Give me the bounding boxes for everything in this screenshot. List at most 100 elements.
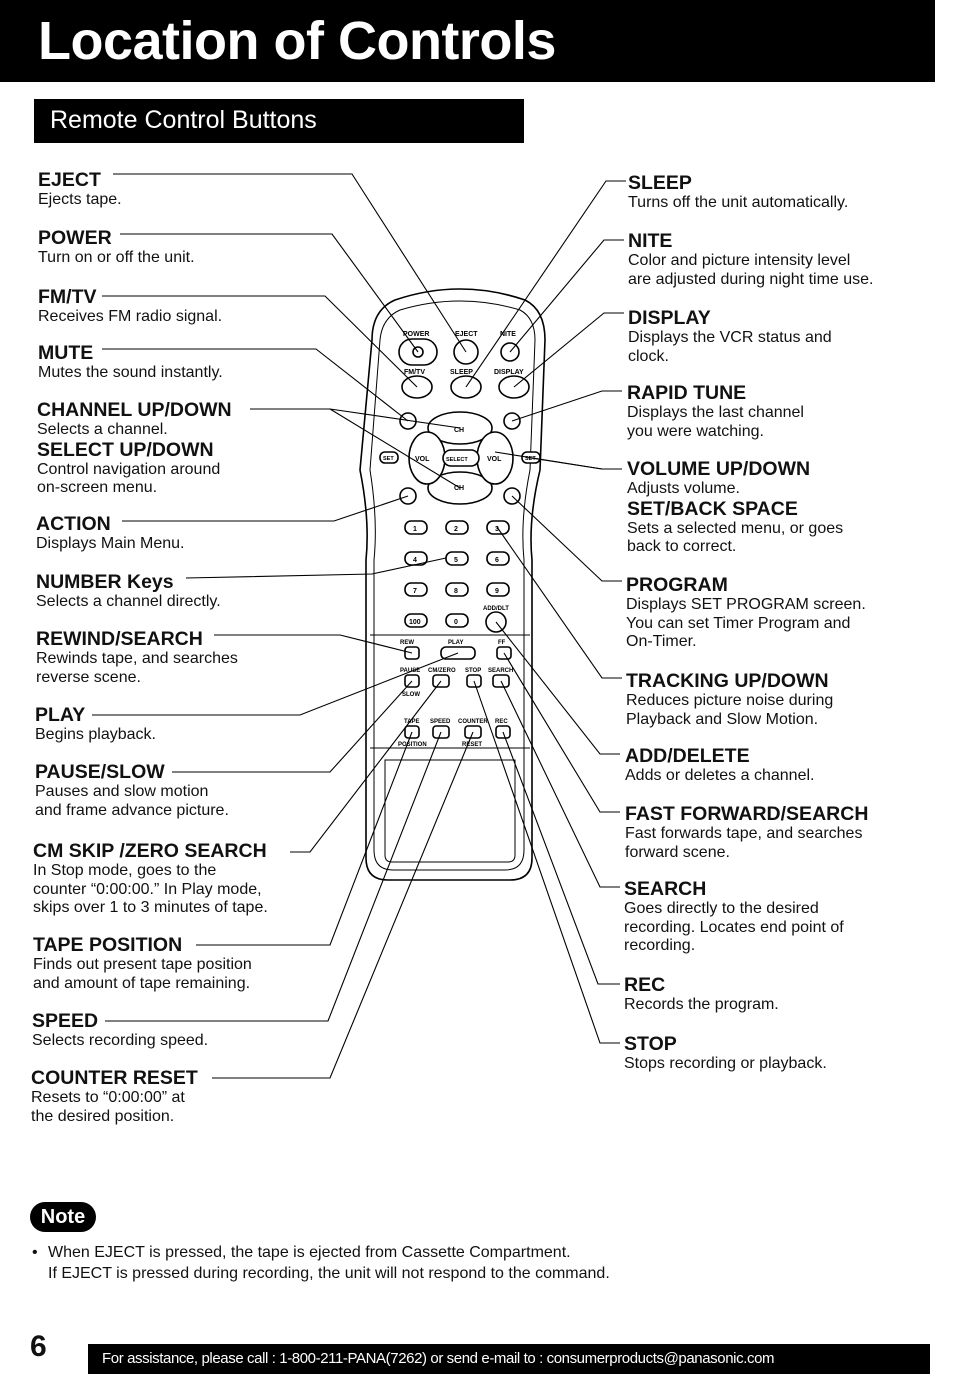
item-desc: Color and picture intensity level xyxy=(628,252,851,269)
leader-volume-1 xyxy=(494,451,622,470)
item-desc: you were watching. xyxy=(627,422,764,440)
stop-label: STOP xyxy=(465,668,481,674)
item-desc: recording. xyxy=(624,937,696,954)
item-desc: forward scene. xyxy=(625,843,730,861)
leader-search xyxy=(500,680,620,888)
rapid-tune-button xyxy=(503,412,521,430)
leader-rewind xyxy=(214,634,413,654)
position-label: POSITION xyxy=(398,742,427,748)
item-power: POWER Turn on or off the unit. xyxy=(38,228,195,268)
item-heading: RAPID TUNE xyxy=(627,382,747,404)
item-desc: the desired position. xyxy=(31,1107,175,1125)
item-counter-reset: COUNTER RESET Resets to “0:00:00” at the… xyxy=(31,1068,198,1126)
item-heading: FM/TV xyxy=(38,286,97,308)
item-heading: DISPLAY xyxy=(628,307,711,329)
item-desc: Begins playback. xyxy=(35,726,156,743)
item-speed: SPEED Selects recording speed. xyxy=(32,1011,208,1051)
item-tracking: TRACKING UP/DOWN Reduces picture noise d… xyxy=(626,671,833,729)
item-desc: Selects recording speed. xyxy=(32,1032,209,1049)
item-desc: In Stop mode, goes to the xyxy=(33,862,217,879)
item-channel: CHANNEL UP/DOWN Selects a channel. SELEC… xyxy=(37,400,232,498)
key-9-label: 9 xyxy=(495,588,499,595)
item-desc: You can set Timer Program and xyxy=(626,614,851,632)
item-add-delete: ADD/DELETE Adds or deletes a channel. xyxy=(625,746,814,786)
leader-tracking xyxy=(496,526,622,679)
item-heading: PROGRAM xyxy=(626,574,728,596)
item-desc: Turn on or off the unit. xyxy=(38,249,195,266)
ch-down-label: CH xyxy=(454,485,464,492)
note-text: • When EJECT is pressed, the tape is eje… xyxy=(32,1242,610,1284)
item-heading-2: SET/BACK SPACE xyxy=(627,497,798,520)
item-desc: Turns off the unit automatically. xyxy=(628,194,849,211)
leader-nite xyxy=(509,239,624,353)
item-desc: Rewinds tape, and searches xyxy=(36,650,238,667)
item-desc: Adjusts volume. xyxy=(627,480,740,497)
item-desc: Adds or deletes a channel. xyxy=(625,767,815,784)
sleep-label: SLEEP xyxy=(450,369,473,376)
item-action: ACTION Displays Main Menu. xyxy=(36,514,185,554)
item-heading: PAUSE/SLOW xyxy=(35,761,165,783)
item-desc: counter “0:00:00.” In Play mode, xyxy=(33,880,262,898)
item-desc: Reduces picture noise during xyxy=(626,692,834,709)
key-1-label: 1 xyxy=(413,526,417,533)
item-volume: VOLUME UP/DOWN Adjusts volume. SET/BACK … xyxy=(627,459,843,557)
item-heading: STOP xyxy=(624,1033,677,1055)
item-pause: PAUSE/SLOW Pauses and slow motion and fr… xyxy=(35,762,229,820)
item-heading: ACTION xyxy=(36,513,111,535)
vol-up-label: VOL xyxy=(487,456,502,463)
item-desc: skips over 1 to 3 minutes of tape. xyxy=(33,899,268,916)
item-desc: Records the program. xyxy=(624,996,779,1013)
note-line-2: If EJECT is pressed during recording, th… xyxy=(48,1265,610,1282)
leader-sleep xyxy=(465,180,626,388)
item-play: PLAY Begins playback. xyxy=(35,705,156,745)
leader-volume-2 xyxy=(530,457,603,470)
item-heading: NITE xyxy=(628,230,673,252)
leader-rec xyxy=(502,731,620,985)
item-number-keys: NUMBER Keys Selects a channel directly. xyxy=(36,572,221,612)
item-desc: Displays SET PROGRAM screen. xyxy=(626,596,866,613)
item-heading: NUMBER Keys xyxy=(36,571,174,593)
item-desc: Stops recording or playback. xyxy=(624,1055,827,1072)
item-sleep: SLEEP Turns off the unit automatically. xyxy=(628,173,848,213)
key-8-label: 8 xyxy=(454,588,458,595)
item-desc-2a: Control navigation around xyxy=(37,460,221,478)
rec-label: REC xyxy=(495,719,508,725)
item-rec: REC Records the program. xyxy=(624,975,779,1015)
item-heading: MUTE xyxy=(38,342,94,364)
fmtv-label: FM/TV xyxy=(404,369,425,376)
item-program: PROGRAM Displays SET PROGRAM screen. You… xyxy=(626,575,866,652)
search-label: SEARCH xyxy=(488,668,513,674)
item-heading: POWER xyxy=(38,227,112,249)
item-desc: reverse scene. xyxy=(36,668,141,686)
item-desc: Displays the last channel xyxy=(627,404,804,421)
play-label: PLAY xyxy=(448,640,463,646)
item-desc: On-Timer. xyxy=(626,633,697,650)
item-heading: PLAY xyxy=(35,704,86,726)
item-desc: Pauses and slow motion xyxy=(35,783,209,800)
key-2-label: 2 xyxy=(454,526,458,533)
leader-rapid-tune xyxy=(511,390,622,422)
rew-label: REW xyxy=(400,640,414,646)
reset-label: RESET xyxy=(462,742,482,748)
item-desc: and frame advance picture. xyxy=(35,801,229,819)
item-nite: NITE Color and picture intensity level a… xyxy=(628,231,873,289)
item-desc: Finds out present tape position xyxy=(33,956,252,973)
item-rewind: REWIND/SEARCH Rewinds tape, and searches… xyxy=(36,629,238,687)
item-desc: Resets to “0:00:00” at xyxy=(31,1089,185,1106)
item-heading: SEARCH xyxy=(624,878,707,900)
item-desc: clock. xyxy=(628,347,669,365)
select-label: SELECT xyxy=(446,457,468,463)
item-desc: Mutes the sound instantly. xyxy=(38,364,223,381)
item-desc: Ejects tape. xyxy=(38,191,122,208)
counter-label: COUNTER xyxy=(458,719,488,725)
item-eject: EJECT Ejects tape. xyxy=(38,170,122,210)
nite-label: NITE xyxy=(500,331,516,338)
item-heading: REWIND/SEARCH xyxy=(36,628,203,650)
key-100-label: 100 xyxy=(409,619,421,626)
item-desc: Goes directly to the desired xyxy=(624,900,819,917)
item-heading: COUNTER RESET xyxy=(31,1067,198,1089)
leader-program xyxy=(511,495,622,582)
item-display: DISPLAY Displays the VCR status and cloc… xyxy=(628,308,832,366)
leader-pause xyxy=(172,680,413,773)
key-0-label: 0 xyxy=(454,619,458,626)
